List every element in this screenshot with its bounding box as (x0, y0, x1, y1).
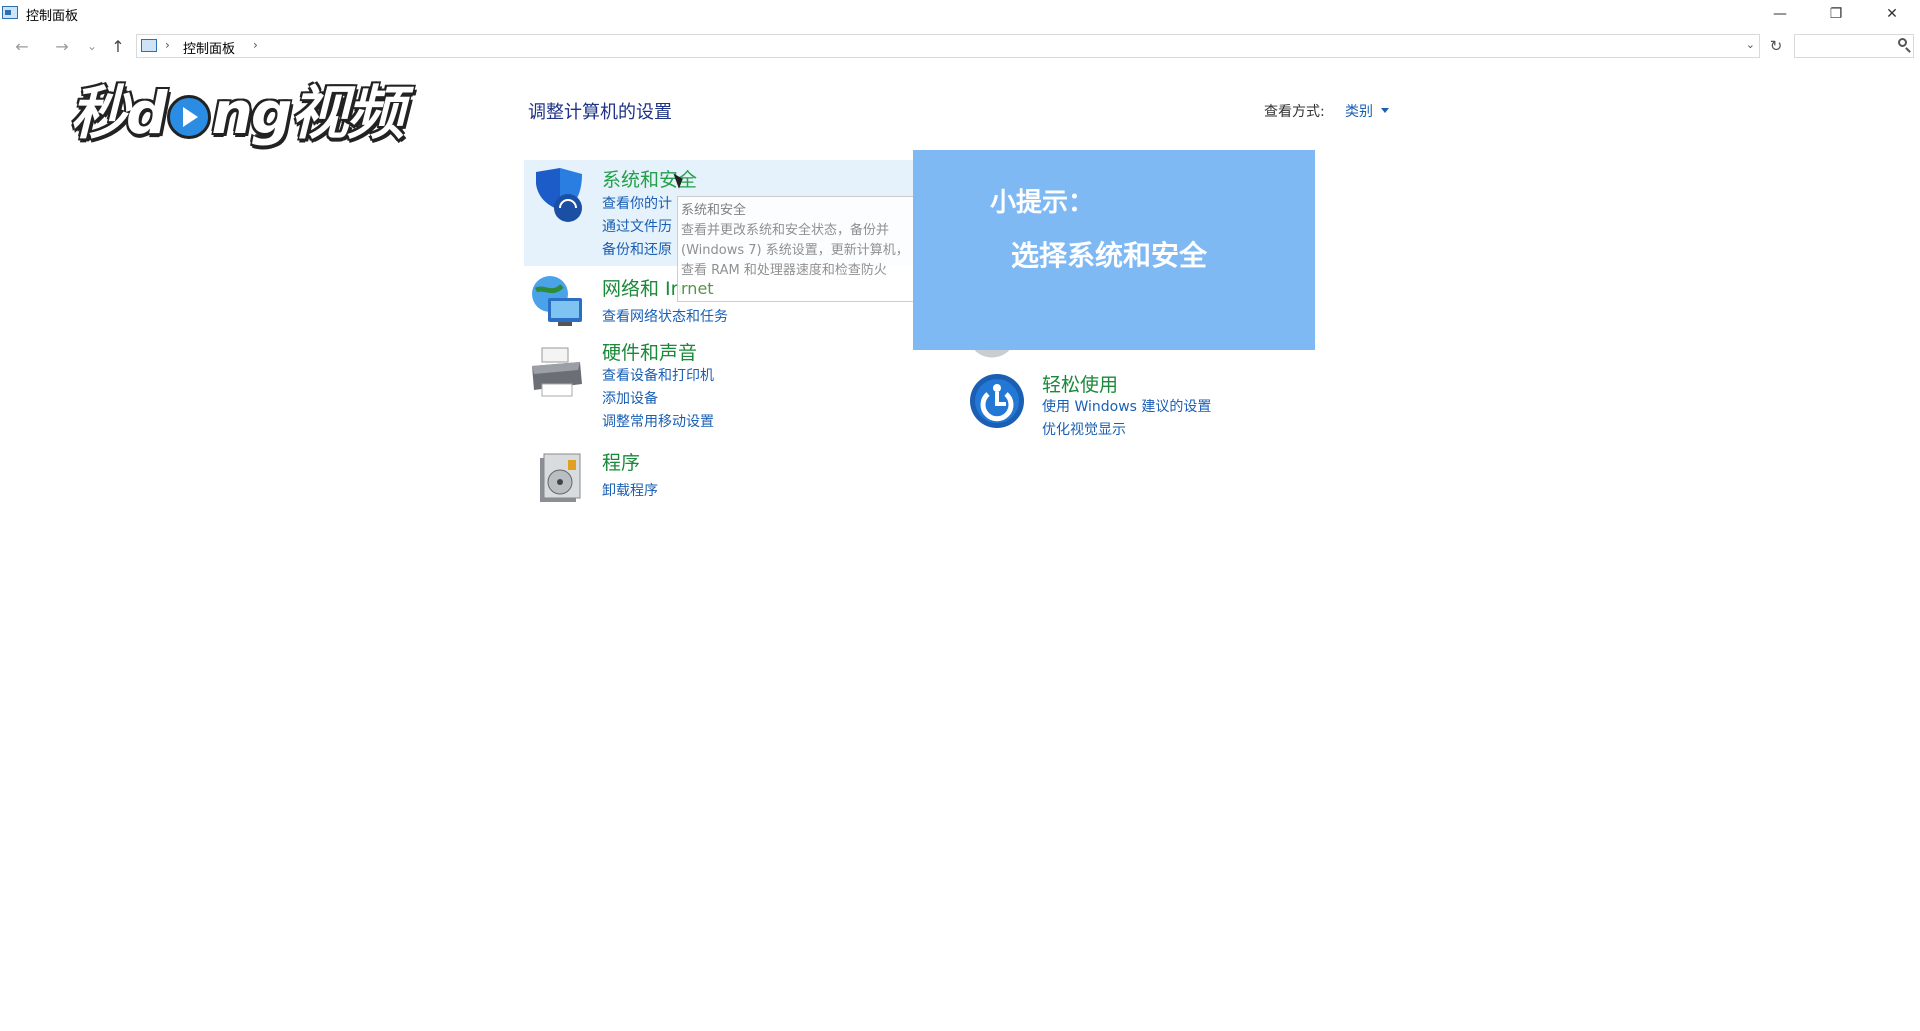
hint-text: 选择系统和安全 (1011, 239, 1208, 272)
tooltip: 系统和安全 查看并更改系统和安全状态，备份并 (Windows 7) 系统设置，… (677, 196, 929, 302)
forward-button[interactable]: → (50, 34, 74, 58)
category-title-ease-of-access[interactable]: 轻松使用 (1042, 370, 1118, 397)
breadcrumb-control-panel[interactable]: 控制面板 (183, 38, 235, 57)
link-uninstall-program[interactable]: 卸载程序 (602, 480, 658, 500)
close-button[interactable]: ✕ (1864, 0, 1920, 28)
programs-icon[interactable] (532, 450, 590, 508)
link-file-history[interactable]: 通过文件历 (602, 216, 672, 236)
tooltip-line: (Windows 7) 系统设置，更新计算机， (681, 243, 909, 258)
navigation-bar: ← → ⌄ ↑ › 控制面板 › ⌄ ↻ (0, 28, 1920, 64)
tooltip-title: 系统和安全 (681, 203, 747, 218)
link-optimize-visual-display[interactable]: 优化视觉显示 (1042, 419, 1126, 439)
watermark-text-end: ng视频 (211, 79, 405, 147)
category-title-programs[interactable]: 程序 (602, 448, 640, 475)
category-title-hardware-sound[interactable]: 硬件和声音 (602, 338, 697, 365)
search-input[interactable] (1794, 34, 1914, 58)
link-view-computer-status[interactable]: 查看你的计 (602, 193, 672, 213)
up-button[interactable]: ↑ (106, 34, 130, 58)
control-panel-icon (141, 39, 157, 52)
address-bar[interactable]: › 控制面板 › ⌄ (136, 34, 1760, 58)
network-globe-icon[interactable] (528, 272, 586, 330)
title-bar: 控制面板 — ❐ ✕ (0, 0, 1920, 28)
link-windows-suggested-settings[interactable]: 使用 Windows 建议的设置 (1042, 396, 1211, 416)
address-dropdown-icon[interactable]: ⌄ (1746, 38, 1755, 51)
link-devices-printers[interactable]: 查看设备和打印机 (602, 365, 714, 385)
watermark-text-start: 秒d (70, 79, 168, 147)
play-icon (166, 94, 211, 139)
link-mobility-settings[interactable]: 调整常用移动设置 (602, 411, 714, 431)
category-title-network-internet[interactable]: 网络和 In (602, 274, 683, 301)
restore-button[interactable]: ❐ (1808, 0, 1864, 28)
chevron-down-icon[interactable] (1381, 108, 1389, 113)
recent-locations-button[interactable]: ⌄ (80, 34, 104, 58)
tooltip-line: 查看并更改系统和安全状态，备份并 (681, 223, 890, 238)
watermark-logo: 秒d ng视频 (70, 66, 405, 150)
ease-of-access-icon[interactable] (968, 372, 1026, 430)
tooltip-line: 查看 RAM 和处理器速度和检查防火 (681, 263, 887, 278)
breadcrumb-separator[interactable]: › (253, 38, 258, 52)
hint-title: 小提示： (990, 188, 1095, 218)
search-icon[interactable] (1898, 38, 1907, 47)
tooltip-line: rnet (681, 279, 714, 298)
window-title: 控制面板 (26, 9, 79, 24)
hint-overlay: 小提示： 选择系统和安全 (913, 150, 1315, 350)
control-panel-icon (2, 6, 18, 19)
link-network-status[interactable]: 查看网络状态和任务 (602, 306, 728, 326)
shield-icon[interactable] (530, 166, 588, 224)
breadcrumb-separator[interactable]: › (165, 38, 170, 52)
page-title: 调整计算机的设置 (528, 102, 672, 123)
refresh-button[interactable]: ↻ (1764, 34, 1788, 58)
minimize-button[interactable]: — (1752, 0, 1808, 28)
link-add-device[interactable]: 添加设备 (602, 388, 658, 408)
back-button[interactable]: ← (10, 34, 34, 58)
printer-icon[interactable] (528, 344, 586, 402)
view-by-dropdown[interactable]: 类别 (1345, 101, 1373, 121)
link-backup-restore[interactable]: 备份和还原 (602, 239, 672, 259)
view-by-label: 查看方式: (1264, 104, 1325, 120)
